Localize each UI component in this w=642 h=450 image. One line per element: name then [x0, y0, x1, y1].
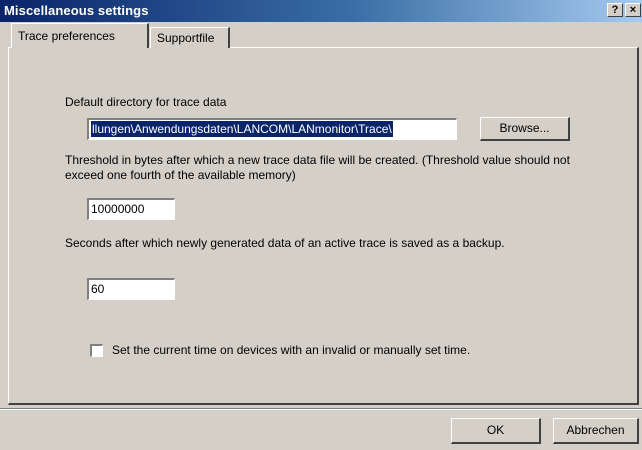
footer-divider	[0, 408, 642, 410]
tab-trace-preferences[interactable]: Trace preferences	[11, 23, 149, 48]
tab-supportfile[interactable]: Supportfile	[150, 27, 230, 48]
seconds-label: Seconds after which newly generated data…	[65, 236, 505, 250]
browse-button[interactable]: Browse...	[480, 117, 570, 141]
directory-label: Default directory for trace data	[65, 95, 227, 109]
threshold-label: Threshold in bytes after which a new tra…	[65, 153, 570, 182]
close-button[interactable]: ×	[625, 3, 641, 17]
directory-input-value: llungen\Anwendungsdaten\LANCOM\LANmonito…	[91, 121, 393, 137]
tab-trace-preferences-label: Trace preferences	[18, 29, 115, 43]
seconds-input[interactable]: 60	[87, 278, 175, 300]
question-mark-icon: ?	[611, 4, 619, 16]
window-title: Miscellaneous settings	[4, 3, 149, 18]
cancel-button[interactable]: Abbrechen	[553, 418, 639, 444]
ok-button[interactable]: OK	[451, 418, 541, 444]
settings-dialog: Miscellaneous settings ? × Supportfile T…	[0, 0, 642, 450]
cancel-button-label: Abbrechen	[566, 423, 625, 437]
help-button[interactable]: ?	[607, 3, 623, 17]
seconds-input-value: 60	[91, 282, 105, 296]
ok-button-label: OK	[486, 423, 505, 437]
browse-button-label: Browse...	[499, 121, 550, 135]
tab-supportfile-label: Supportfile	[157, 31, 215, 45]
title-bar[interactable]: Miscellaneous settings ? ×	[0, 0, 642, 22]
set-time-label[interactable]: Set the current time on devices with an …	[112, 343, 470, 357]
close-icon: ×	[629, 4, 637, 16]
set-time-checkbox[interactable]	[90, 344, 103, 357]
threshold-input[interactable]: 10000000	[87, 198, 175, 220]
directory-input[interactable]: llungen\Anwendungsdaten\LANCOM\LANmonito…	[87, 118, 457, 140]
threshold-input-value: 10000000	[91, 202, 145, 216]
